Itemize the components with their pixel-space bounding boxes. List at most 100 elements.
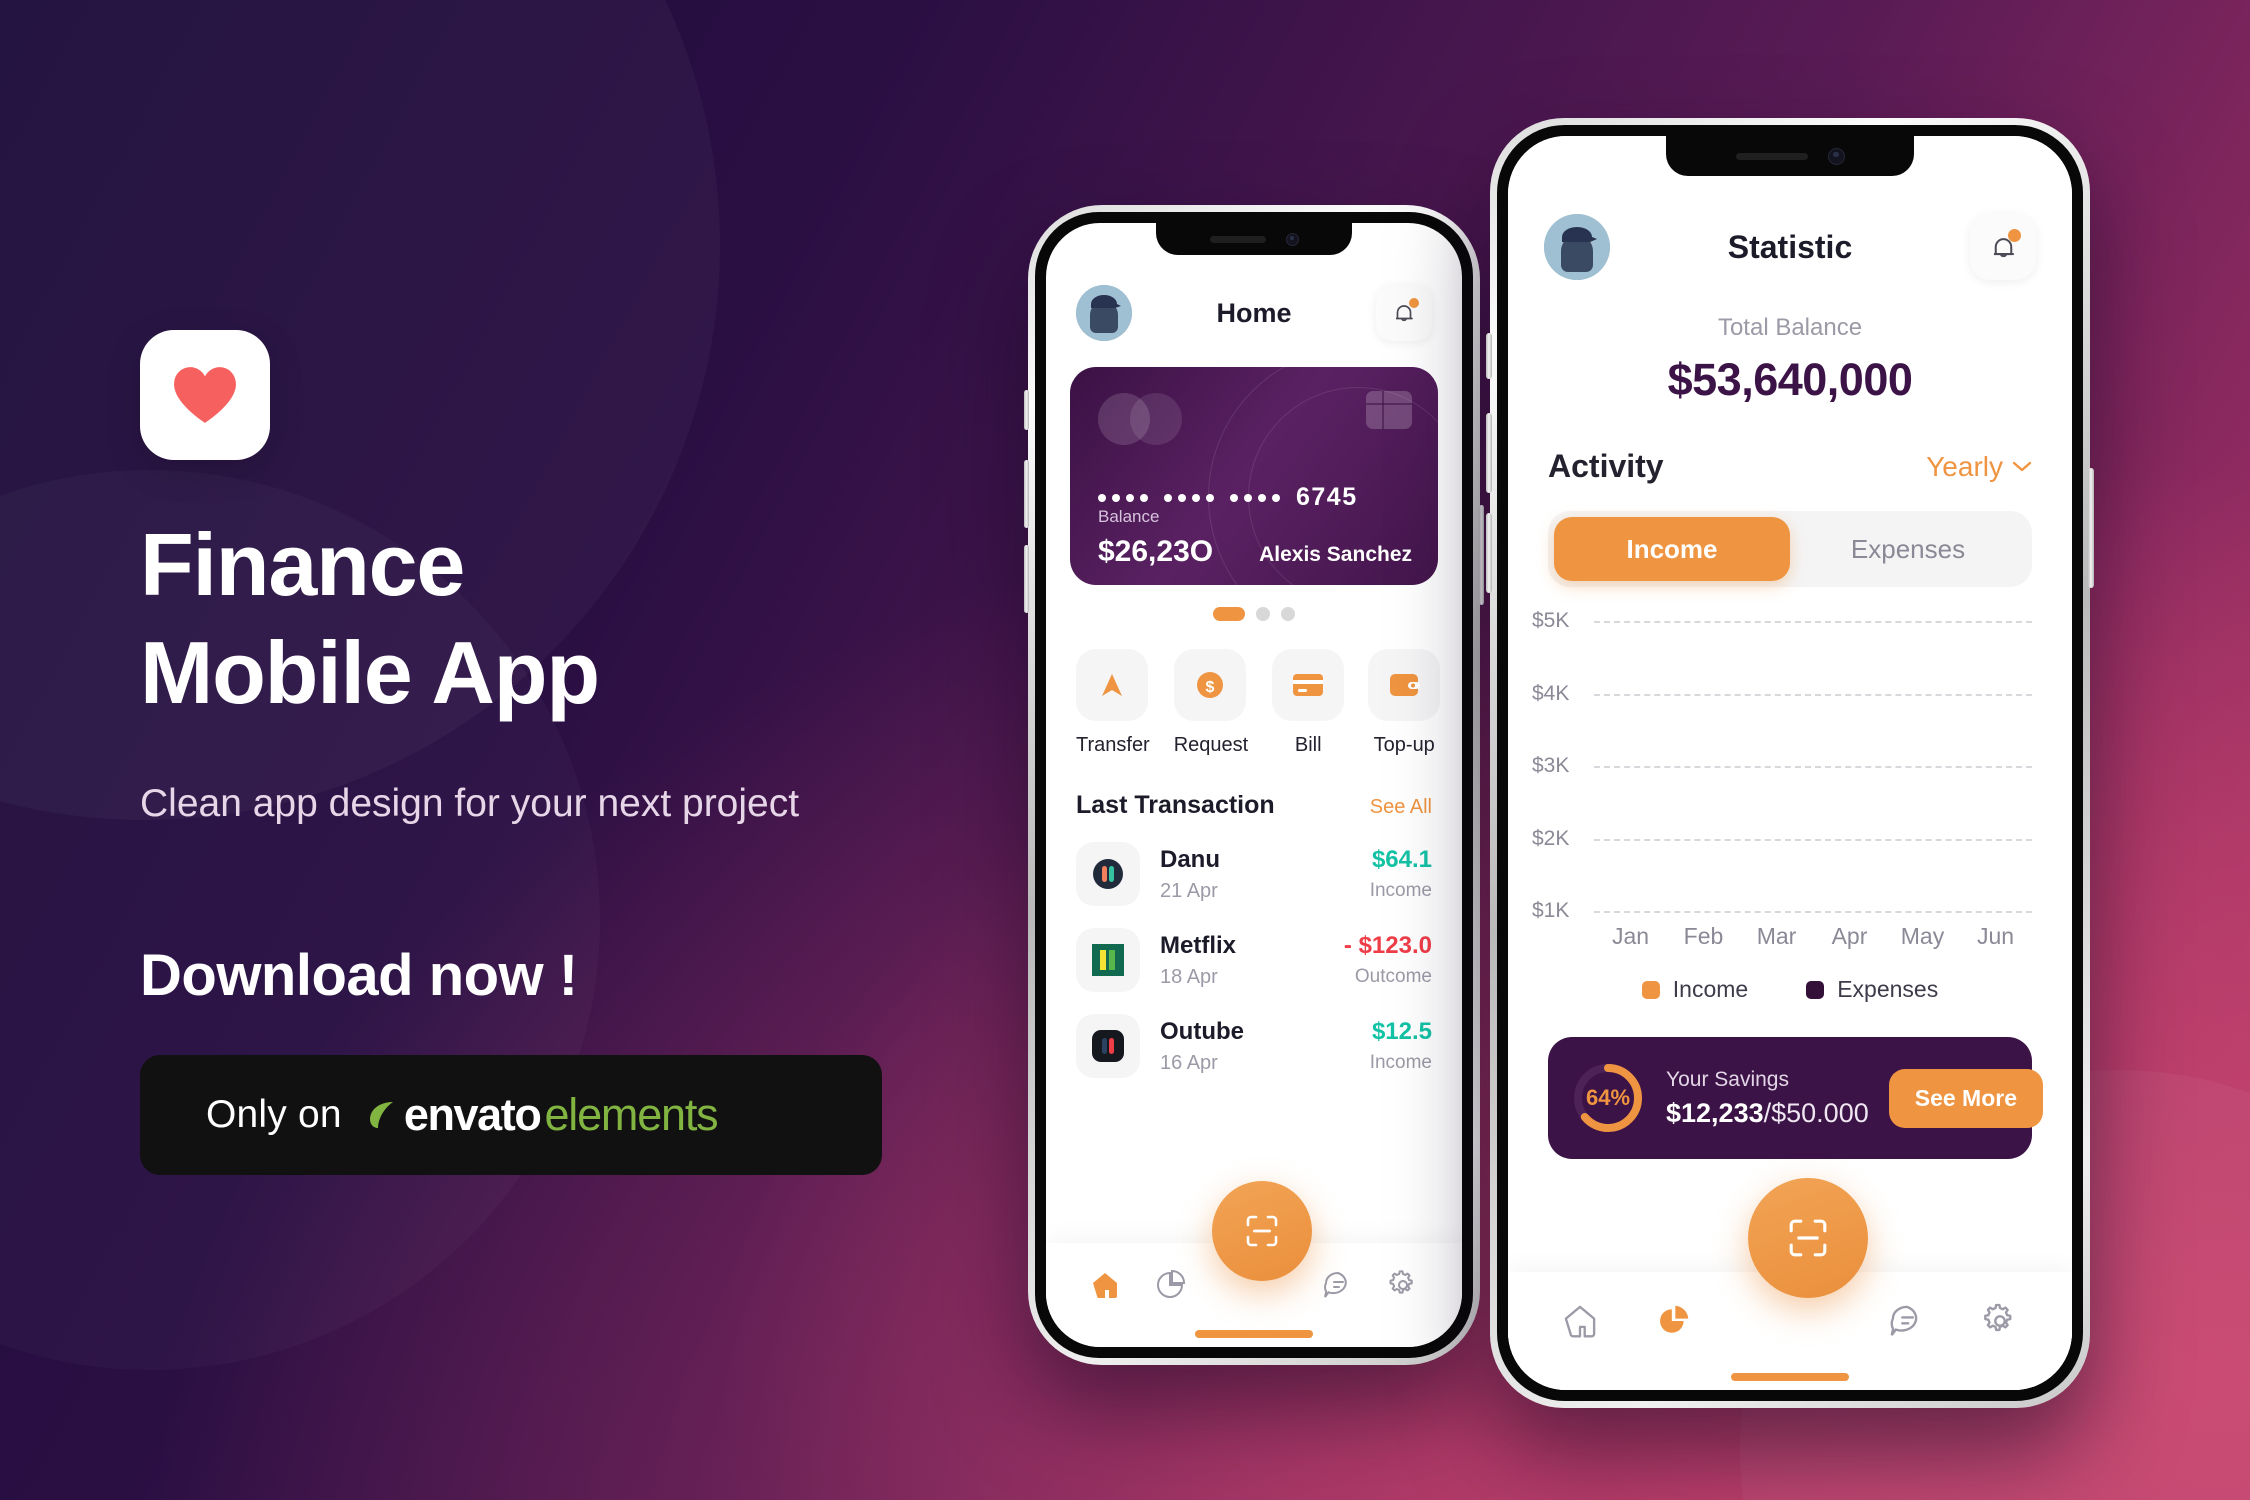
transaction-type: Income [1369,880,1432,901]
legend-swatch-income [1641,980,1660,999]
transaction-info: Metflix 18 Apr [1160,932,1324,989]
transaction-name: Outube [1160,1017,1244,1045]
pagination-dot[interactable] [1256,607,1270,621]
savings-label: Your Savings [1666,1067,1789,1091]
see-all-link[interactable]: See All [1370,796,1432,819]
avatar[interactable] [1076,285,1132,341]
envato-leaf-icon [369,1102,393,1129]
quick-action-topup[interactable]: Top-up [1368,649,1441,757]
savings-separator: / [1763,1097,1772,1128]
see-more-button[interactable]: See More [1888,1068,2043,1128]
app-logo [140,330,270,460]
sidebar-item-statistic[interactable] [1153,1268,1187,1307]
tab-income[interactable]: Income [1554,517,1790,581]
credit-card[interactable]: 6745 Balance $26,23O Alexis Sanchez [1070,367,1438,585]
phone-volume-down [1486,513,1492,593]
x-axis-tick: Mar [1756,923,1797,949]
period-label: Yearly [1926,450,2003,482]
sidebar-item-settings[interactable] [1980,1301,2020,1346]
headline-line-2: Mobile App [140,622,600,722]
phone-bezel: Home 6745 Balance $26,23O Alexis Sanchez… [1035,212,1473,1358]
transaction-amount-block: - $123.0 Outcome [1344,932,1432,988]
screen-title: Home [1216,297,1292,328]
savings-goal: $50.000 [1771,1097,1869,1128]
home-screen: Home 6745 Balance $26,23O Alexis Sanchez… [1046,223,1462,1347]
phone-notch [1156,223,1352,255]
earpiece-speaker [1735,152,1808,160]
quick-action-label: Transfer [1076,734,1150,756]
scan-icon [1246,1215,1278,1247]
quick-action-request[interactable]: $ Request [1173,649,1248,757]
dollar-coin-icon: $ [1173,649,1246,721]
gear-icon [1389,1269,1413,1294]
legend-item-expenses: Expenses [1806,976,1938,1003]
tab-expenses[interactable]: Expenses [1790,517,2026,581]
transaction-date: 21 Apr [1160,879,1218,902]
sidebar-item-chat[interactable] [1887,1301,1927,1346]
envato-elements-badge[interactable]: Only on envato elements [140,1055,882,1176]
legend-label: Income [1672,976,1749,1002]
period-selector[interactable]: Yearly [1926,451,2032,483]
statistic-content: Statistic Total Balance $53,640,000 Acti… [1508,136,2072,1390]
sidebar-item-statistic[interactable] [1653,1301,1693,1346]
phone-notch [1666,136,1914,176]
mastercard-logo [1098,393,1182,445]
phone-power-button [2088,468,2094,588]
avatar-photo [1076,285,1132,341]
phone-mute-switch [1024,390,1029,430]
x-axis-tick: Jun [1976,923,2015,949]
savings-text: Your Savings $12,233/$50.000 [1666,1068,1869,1129]
front-camera [1285,232,1299,246]
avatar[interactable] [1544,214,1610,280]
scan-fab-button[interactable] [1748,1178,1868,1298]
transaction-date: 16 Apr [1160,1051,1218,1074]
chat-icon [1323,1271,1347,1298]
chat-icon [1890,1305,1918,1336]
notifications-button[interactable] [1376,285,1432,341]
quick-action-label: Top-up [1373,734,1435,756]
home-indicator [1195,1330,1313,1338]
table-row[interactable]: Metflix 18 Apr - $123.0 Outcome [1046,906,1462,992]
chart-bars [1594,621,2032,911]
card-number-mask-3 [1230,493,1280,502]
notification-badge-dot [1409,298,1419,308]
elements-wordmark: elements [544,1089,718,1141]
transaction-amount-block: $64.1 Income [1370,846,1432,902]
sidebar-item-settings[interactable] [1386,1268,1420,1307]
quick-action-bill[interactable]: Bill [1272,649,1345,757]
outube-logo [1076,1014,1140,1078]
transaction-info: Outube 16 Apr [1160,1018,1350,1075]
savings-amount: $12,233/$50.000 [1666,1098,1869,1129]
card-pagination[interactable] [1046,607,1462,621]
transaction-name: Metflix [1160,931,1237,959]
table-row[interactable]: Outube 16 Apr $12.5 Income [1046,992,1462,1078]
x-axis: Jan Feb Mar Apr May Jun [1594,923,2032,950]
wallet-icon [1368,649,1441,721]
section-title: Last Transaction [1076,791,1275,819]
total-balance-label: Total Balance [1717,314,1863,341]
pagination-dot[interactable] [1281,607,1295,621]
scan-fab-button[interactable] [1212,1181,1312,1281]
sidebar-item-chat[interactable] [1321,1268,1355,1307]
quick-action-transfer[interactable]: Transfer [1076,649,1150,757]
x-axis-tick: Apr [1831,923,1868,949]
notifications-button[interactable] [1970,214,2036,280]
activity-header: Activity Yearly [1508,406,2072,485]
home-indicator [1731,1373,1849,1381]
activity-title: Activity [1548,448,1664,484]
card-number-last4: 6745 [1296,483,1358,511]
sidebar-item-home[interactable] [1560,1301,1600,1346]
transaction-info: Danu 21 Apr [1160,846,1350,903]
phone-power-button [1479,505,1484,605]
sidebar-item-home[interactable] [1088,1268,1122,1307]
front-camera [1827,147,1845,165]
card-number-mask-1 [1098,493,1148,502]
phone-mockup-statistic: Statistic Total Balance $53,640,000 Acti… [1486,118,2094,1408]
legend-label: Expenses [1837,976,1939,1002]
pagination-dot-active[interactable] [1213,607,1245,621]
y-axis-tick: $5K [1532,609,1570,632]
home-icon [1092,1272,1117,1298]
promo-panel: Finance Mobile App Clean app design for … [140,330,960,1176]
table-row[interactable]: Danu 21 Apr $64.1 Income [1046,820,1462,906]
phone-volume-down [1024,545,1029,613]
